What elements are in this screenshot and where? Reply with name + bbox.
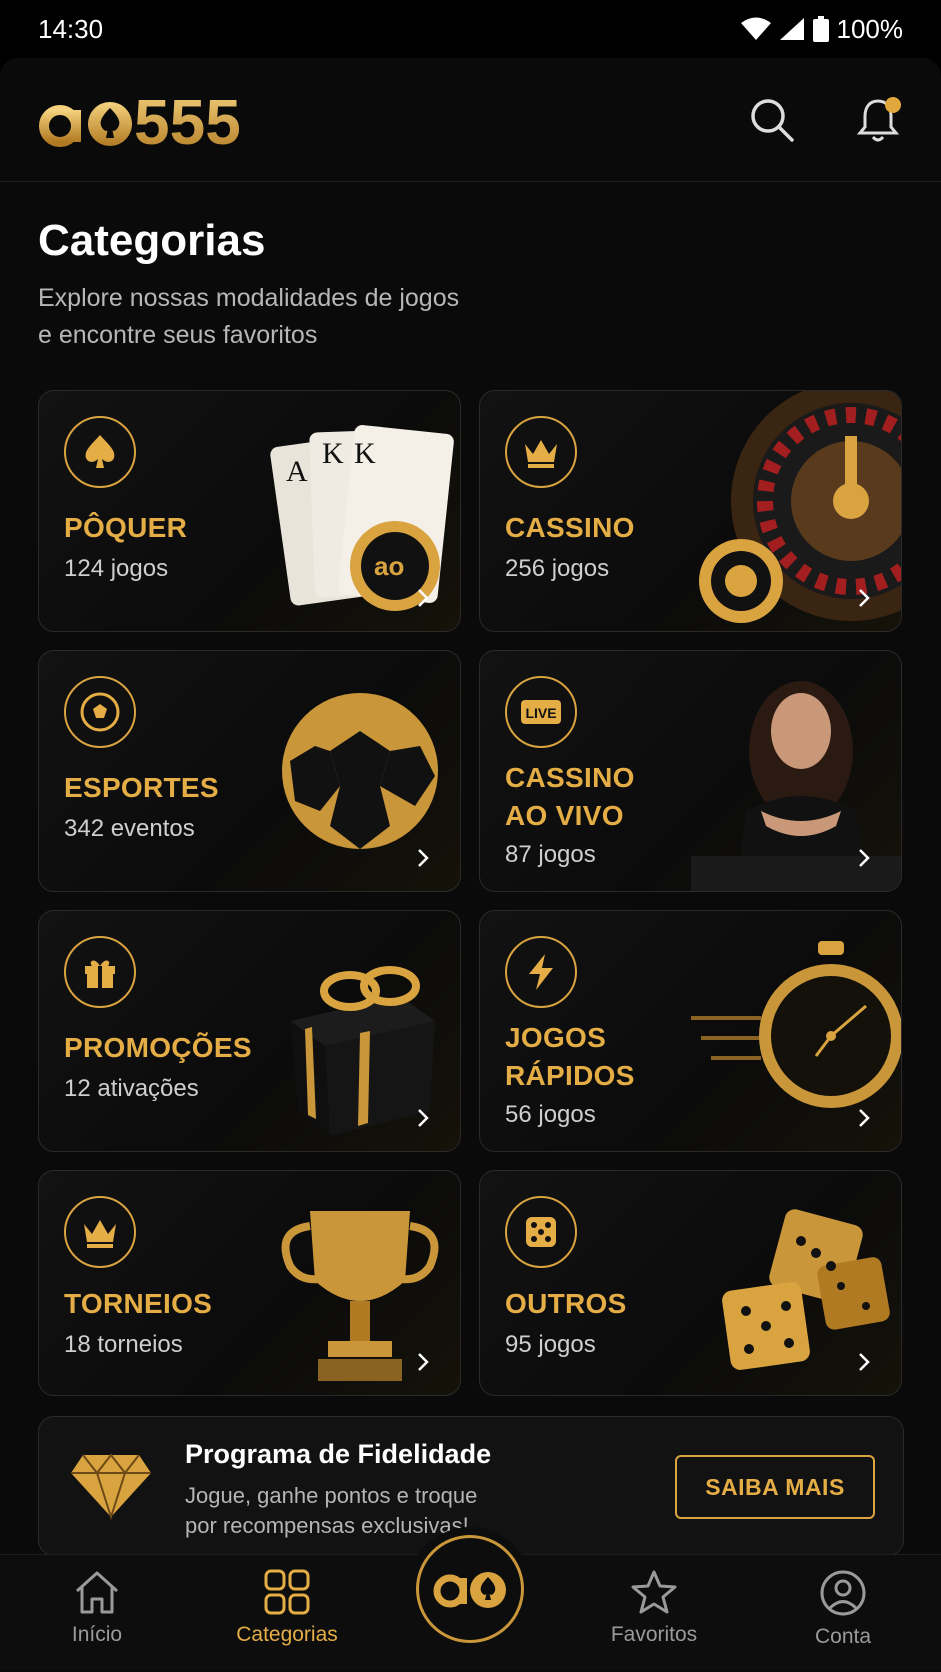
svg-text:A: A — [286, 455, 308, 488]
category-card-promocoes[interactable]: PROMOÇÕES 12 ativações — [38, 910, 461, 1152]
card-count: 87 jogos — [505, 841, 596, 868]
app-header: 555 — [0, 58, 941, 182]
nav-label: Início — [71, 1623, 123, 1646]
nav-item-favoritos[interactable]: Favoritos — [584, 1569, 724, 1647]
crown-icon — [64, 1196, 136, 1268]
svg-text:K: K — [354, 437, 376, 470]
card-title: CASSINO — [505, 512, 635, 543]
chevron-right-icon — [859, 1353, 870, 1371]
gift-icon — [64, 936, 136, 1008]
page-subtitle: Explore nossas modalidades de jogos e en… — [38, 280, 538, 354]
svg-text:ao: ao — [374, 551, 404, 581]
category-card-cassino[interactable]: CASSINO 256 jogos — [479, 390, 902, 632]
card-title-line1: CASSINO — [505, 762, 635, 793]
card-title: JOGOS RÁPIDOS — [505, 1019, 635, 1095]
chevron-right-icon — [859, 589, 870, 607]
battery-icon — [812, 16, 829, 42]
live-icon: LIVE — [505, 676, 577, 748]
search-icon — [751, 98, 794, 142]
nav-item-conta[interactable]: Conta — [773, 1569, 913, 1649]
card-title-line2: RÁPIDOS — [505, 1060, 635, 1091]
lightning-icon — [505, 936, 577, 1008]
nav-item-inicio[interactable]: Início — [27, 1569, 167, 1647]
nav-center-logo-button[interactable] — [416, 1535, 524, 1643]
soccer-ball-icon — [64, 676, 136, 748]
card-count: 12 ativações — [64, 1075, 199, 1102]
svg-text:K: K — [322, 437, 344, 470]
page-subtitle-line2: e encontre seus favoritos — [38, 321, 318, 349]
chevron-right-icon — [418, 1353, 429, 1371]
category-card-outros[interactable]: OUTROS 95 jogos — [479, 1170, 902, 1396]
app-logo[interactable]: 555 — [38, 88, 274, 152]
card-count: 56 jogos — [505, 1101, 596, 1128]
card-count: 342 eventos — [64, 815, 195, 842]
category-card-poquer[interactable]: PÔQUER 124 jogos A K K ao — [38, 390, 461, 632]
user-icon — [820, 1570, 866, 1616]
category-card-jogos-rapidos[interactable]: JOGOS RÁPIDOS 56 jogos — [479, 910, 902, 1152]
category-card-torneios[interactable]: TORNEIOS 18 torneios — [38, 1170, 461, 1396]
bottom-nav: Início Categorias Favoritos Conta — [0, 1535, 941, 1670]
category-card-esportes[interactable]: ESPORTES 342 eventos — [38, 650, 461, 892]
battery-level: 100% — [836, 13, 904, 44]
nav-label: Categorias — [236, 1623, 338, 1646]
card-count: 18 torneios — [64, 1331, 183, 1358]
card-title: PROMOÇÕES — [64, 1032, 252, 1063]
grid-icon — [264, 1569, 310, 1615]
status-time: 14:30 — [38, 13, 104, 44]
category-card-cassino-ao-vivo[interactable]: LIVE CASSINO AO VIVO 87 jogos — [479, 650, 902, 892]
crown-icon — [505, 416, 577, 488]
card-title: CASSINO AO VIVO — [505, 759, 635, 835]
loyalty-title: Programa de Fidelidade — [185, 1439, 492, 1469]
notification-badge — [885, 96, 901, 113]
signal-icon — [779, 18, 804, 40]
card-title: ESPORTES — [64, 772, 219, 803]
page-subtitle-line1: Explore nossas modalidades de jogos — [38, 284, 460, 312]
card-title: PÔQUER — [64, 512, 188, 543]
saiba-mais-button[interactable]: SAIBA MAIS — [675, 1455, 875, 1519]
chevron-right-icon — [418, 849, 429, 867]
notifications-button[interactable] — [853, 95, 903, 145]
nav-label: Conta — [814, 1625, 872, 1648]
chevron-right-icon — [859, 1109, 870, 1127]
card-title: OUTROS — [505, 1288, 627, 1319]
page-title: Categorias — [38, 216, 266, 265]
status-bar: 14:30 100% — [0, 0, 941, 58]
svg-text:555: 555 — [134, 88, 241, 152]
home-icon — [75, 1571, 119, 1614]
card-count: 124 jogos — [64, 555, 169, 582]
spade-icon — [64, 416, 136, 488]
nav-item-categorias[interactable]: Categorias — [217, 1569, 357, 1647]
card-title-line1: JOGOS — [505, 1022, 607, 1053]
logo-icon — [433, 1572, 506, 1608]
card-title-line2: AO VIVO — [505, 800, 624, 831]
live-icon-text: LIVE — [525, 705, 556, 721]
app-screen: 555 Categorias Explore nossas modalidade… — [0, 58, 941, 1672]
chevron-right-icon — [418, 589, 429, 607]
logo-icon: 555 — [39, 88, 241, 152]
loyalty-description-line1: Jogue, ganhe pontos e troque — [185, 1483, 478, 1508]
chevron-right-icon — [859, 849, 870, 867]
chevron-right-icon — [418, 1109, 429, 1127]
card-title: TORNEIOS — [64, 1288, 213, 1319]
star-icon — [631, 1570, 677, 1614]
status-icons: 100% — [740, 13, 904, 45]
loyalty-description: Jogue, ganhe pontos e troque por recompe… — [185, 1481, 525, 1541]
search-button[interactable] — [747, 95, 797, 145]
card-count: 95 jogos — [505, 1331, 596, 1358]
dice-icon — [505, 1196, 577, 1268]
wifi-icon — [740, 17, 771, 40]
nav-label: Favoritos — [610, 1623, 698, 1646]
diamond-icon — [71, 1453, 151, 1521]
card-count: 256 jogos — [505, 555, 610, 582]
